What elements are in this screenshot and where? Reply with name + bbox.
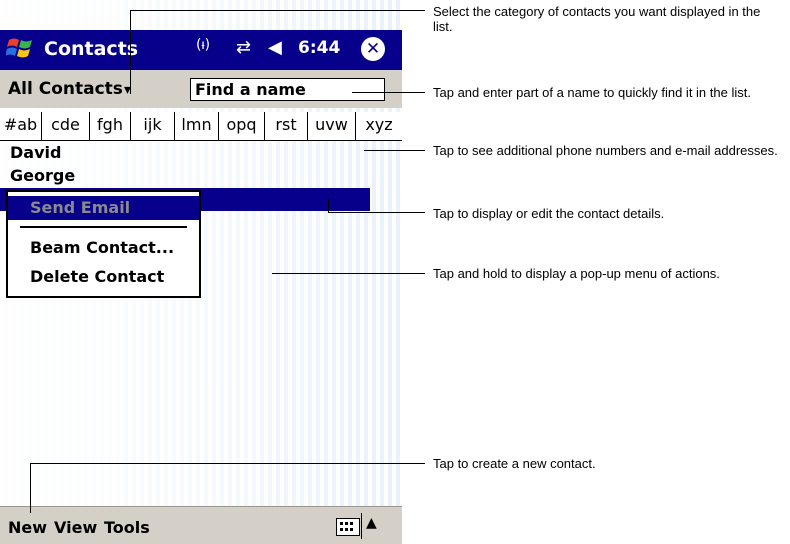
windows-start-icon[interactable] [6,34,36,64]
callout-hold: Tap and hold to display a pop-up menu of… [433,266,720,281]
find-name-input[interactable]: Find a name [190,78,385,101]
close-icon[interactable]: ✕ [361,37,385,61]
input-selector-arrow-icon[interactable]: ▲ [366,515,377,531]
tab-lmn[interactable]: lmn [175,112,219,140]
alphabet-tabs: #ab cde fgh ijk lmn opq rst uvw xyz [0,112,402,141]
callout-details: Tap to display or edit the contact detai… [433,206,665,221]
new-menu[interactable]: New [8,518,47,537]
callout-phone: Tap to see additional phone numbers and … [433,143,778,158]
category-bar: All Contacts ▾ Find a name [0,70,402,108]
bottom-menu-bar: New View Tools ▲ [0,506,402,544]
tab-fgh[interactable]: fgh [90,112,131,140]
leader-find [352,92,425,93]
tab-uvw[interactable]: uvw [308,112,356,140]
leader-phone [364,150,425,151]
signal-icon[interactable]: (ᵼ) [196,36,210,53]
leader-details-vertical [328,199,329,212]
menu-separator [20,226,187,228]
tab-rst[interactable]: rst [265,112,308,140]
clock-time[interactable]: 6:44 [298,38,340,58]
title-bar: Contacts (ᵼ) ⇄ ◀︎ 6:44 ✕ [0,30,402,70]
leader-category-horizontal [130,10,425,11]
callout-new: Tap to create a new contact. [433,456,596,471]
callout-find: Tap and enter part of a name to quickly … [433,85,751,100]
tab-ab[interactable]: #ab [0,112,42,140]
contact-david[interactable]: David [10,143,61,162]
sync-icon[interactable]: ⇄ [236,37,251,58]
tab-xyz[interactable]: xyz [356,112,402,140]
app-title: Contacts [44,38,139,60]
input-divider [361,513,362,539]
delete-contact-menu-item[interactable]: Delete Contact [30,267,164,286]
leader-details-horizontal [328,212,425,213]
tab-ijk[interactable]: ijk [131,112,175,140]
leader-category-vertical [130,10,131,94]
callout-category: Select the category of contacts you want… [433,4,761,34]
view-menu[interactable]: View [54,518,97,537]
tab-cde[interactable]: cde [42,112,90,140]
leader-hold [272,273,425,274]
tools-menu[interactable]: Tools [104,518,150,537]
tab-opq[interactable]: opq [219,112,265,140]
speaker-icon[interactable]: ◀︎ [268,37,282,58]
leader-new-horizontal [30,463,425,464]
category-dropdown[interactable]: All Contacts [8,79,123,99]
beam-contact-menu-item[interactable]: Beam Contact... [30,238,174,257]
send-email-menu-item: Send Email [8,196,199,220]
keyboard-icon[interactable] [336,518,360,536]
context-menu: Send Email Beam Contact... Delete Contac… [6,190,201,298]
leader-new-vertical [30,463,31,513]
contact-george[interactable]: George [10,166,75,185]
